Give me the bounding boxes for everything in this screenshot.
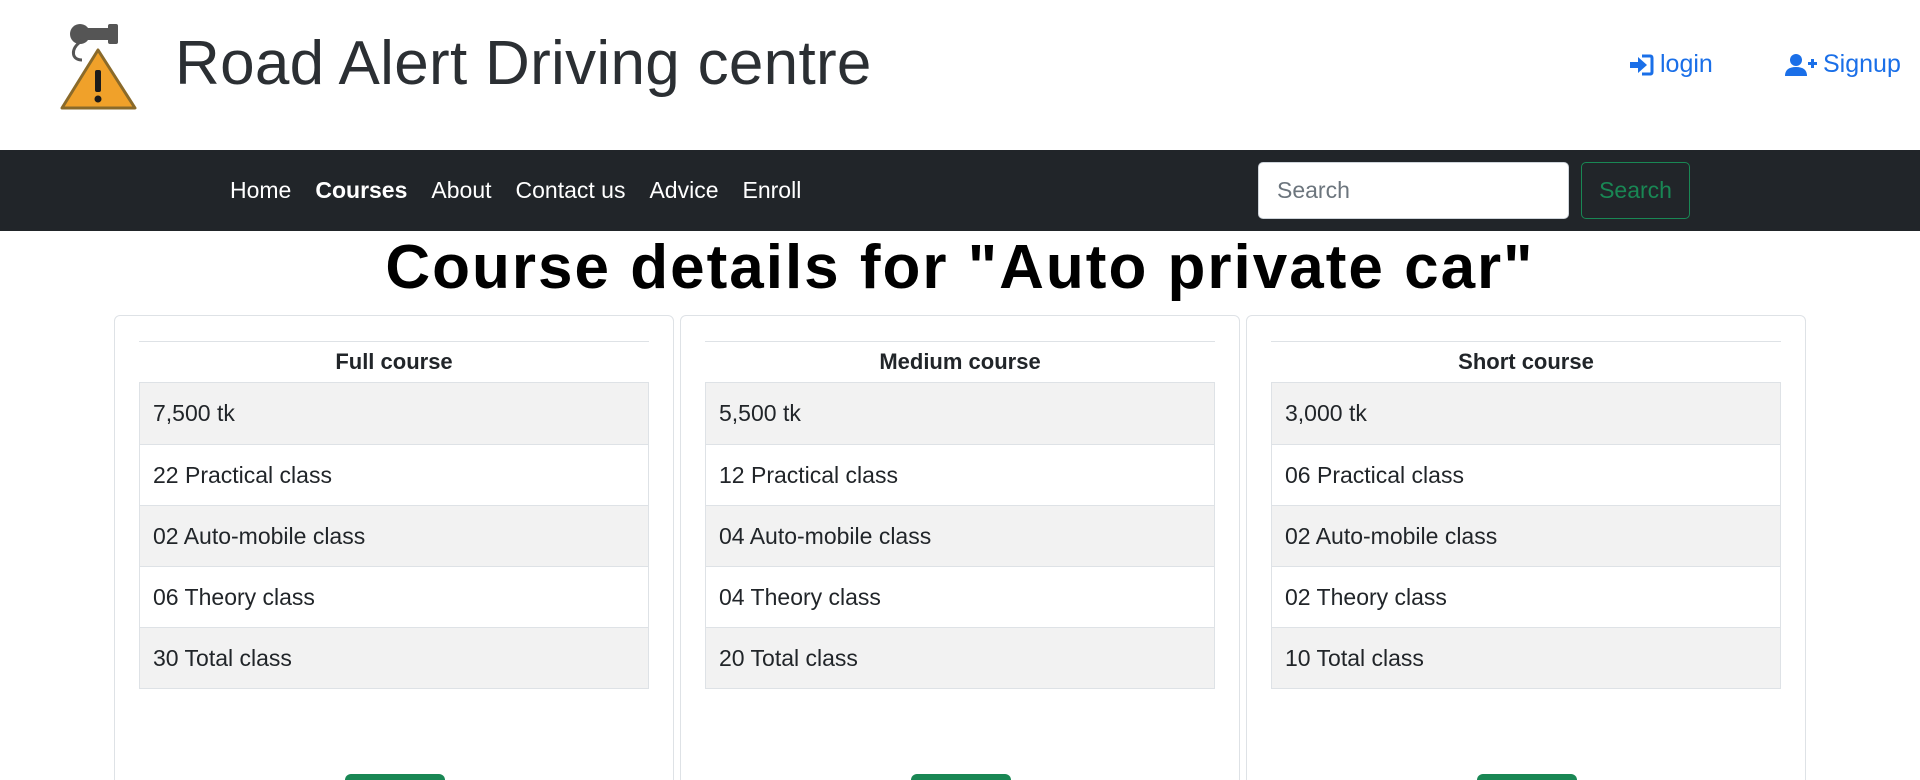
list-item: 02 Theory class xyxy=(1272,566,1780,627)
list-item: 02 Auto-mobile class xyxy=(140,505,648,566)
nav-item-courses[interactable]: Courses xyxy=(303,177,419,204)
nav-item-advice[interactable]: Advice xyxy=(637,177,730,204)
feature-list: 3,000 tk 06 Practical class 02 Auto-mobi… xyxy=(1271,382,1781,689)
course-name: Short course xyxy=(1458,349,1594,374)
course-action-button[interactable] xyxy=(911,774,1011,780)
list-item: 30 Total class xyxy=(140,627,648,688)
course-price: 5,500 tk xyxy=(706,383,1214,444)
list-item: 04 Auto-mobile class xyxy=(706,505,1214,566)
list-item: 02 Auto-mobile class xyxy=(1272,505,1780,566)
search-button[interactable]: Search xyxy=(1581,162,1690,219)
course-price: 7,500 tk xyxy=(140,383,648,444)
nav-item-enroll[interactable]: Enroll xyxy=(731,177,814,204)
list-item: 22 Practical class xyxy=(140,444,648,505)
course-name: Medium course xyxy=(879,349,1041,374)
list-item: 20 Total class xyxy=(706,627,1214,688)
course-action-button[interactable] xyxy=(1477,774,1577,780)
login-label: login xyxy=(1660,50,1713,78)
signup-link[interactable]: Signup xyxy=(1785,50,1901,79)
site-header: Road Alert Driving centre login Signup xyxy=(0,0,1920,150)
course-action-button[interactable] xyxy=(345,774,445,780)
page-title: Course details for "Auto private car" xyxy=(385,233,1535,302)
signup-label: Signup xyxy=(1823,50,1901,78)
list-item: 10 Total class xyxy=(1272,627,1780,688)
search-input[interactable] xyxy=(1258,162,1569,219)
list-item: 06 Theory class xyxy=(140,566,648,627)
feature-list: 7,500 tk 22 Practical class 02 Auto-mobi… xyxy=(139,382,649,689)
main-navbar: Home Courses About Contact us Advice Enr… xyxy=(0,150,1920,231)
course-name: Full course xyxy=(335,349,453,374)
site-title: Road Alert Driving centre xyxy=(175,29,872,98)
course-price: 3,000 tk xyxy=(1272,383,1780,444)
login-link[interactable]: login xyxy=(1628,50,1713,79)
course-card-short: Short course 3,000 tk 06 Practical class… xyxy=(1246,315,1806,780)
nav-item-contact-us[interactable]: Contact us xyxy=(504,177,638,204)
nav-menu: Home Courses About Contact us Advice Enr… xyxy=(218,150,813,231)
course-card-full: Full course 7,500 tk 22 Practical class … xyxy=(114,315,674,780)
course-card-medium: Medium course 5,500 tk 12 Practical clas… xyxy=(680,315,1240,780)
feature-list: 5,500 tk 12 Practical class 04 Auto-mobi… xyxy=(705,382,1215,689)
nav-item-home[interactable]: Home xyxy=(218,177,303,204)
warning-key-logo-icon xyxy=(60,24,137,110)
nav-item-about[interactable]: About xyxy=(419,177,503,204)
list-item: 06 Practical class xyxy=(1272,444,1780,505)
list-item: 12 Practical class xyxy=(706,444,1214,505)
sign-in-icon xyxy=(1630,54,1654,75)
list-item: 04 Theory class xyxy=(706,566,1214,627)
user-plus-icon xyxy=(1785,53,1817,76)
